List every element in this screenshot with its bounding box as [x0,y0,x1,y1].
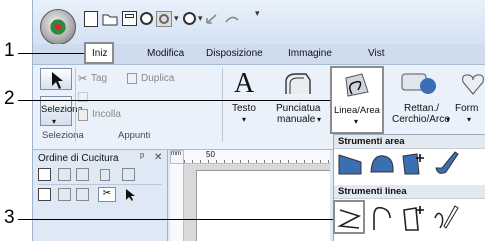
rect-arrow: ▾ [446,115,451,124]
line-area-button[interactable]: Linea/Area ▾ [330,66,384,134]
save-icon[interactable] [122,11,137,26]
paste-label: Incolla [92,109,121,120]
manual-punch-arrow: ▾ [317,115,322,124]
line-brush-icon[interactable] [432,202,460,232]
line-curve-icon[interactable] [368,202,396,232]
pin-icon[interactable]: ᵖ [140,151,144,163]
tag-button[interactable]: ✂ Tag [78,72,130,86]
close-icon[interactable]: ✕ [154,152,162,163]
callout-1-line [18,53,84,54]
tab-modifica[interactable]: Modifica [147,48,184,59]
line-point-icon[interactable] [400,202,428,232]
redo-icon[interactable] [224,11,240,27]
move-first-icon[interactable] [38,188,51,201]
group-icon[interactable] [76,168,89,181]
callout-3: 3 [4,207,15,228]
frame-icon[interactable] [122,168,135,181]
cursor-icon[interactable] [124,188,136,202]
manual-punch-label-1: Punciatua [276,103,321,114]
panel-divider [38,184,162,185]
tab-disposizione[interactable]: Disposizione [206,48,263,59]
app-logo-icon [49,18,67,36]
settings-icon[interactable] [183,12,196,25]
callout-3-line [18,219,333,220]
paste-icon [78,109,88,121]
rect-label-2: Cerchio/Arco [392,114,450,125]
callout-2: 2 [4,88,15,109]
line-straight-tool[interactable] [333,200,365,234]
tab-vista[interactable]: Vist [368,48,385,59]
view-all-icon[interactable] [38,168,51,181]
straight-line-icon [337,209,362,229]
callout-1: 1 [4,40,15,61]
text-a-icon: A [234,68,255,99]
text-tool-button[interactable]: A Testo ▾ [228,68,268,128]
ruler-unit: mm [171,151,181,157]
canvas[interactable] [184,164,330,241]
select-dropdown-arrow: ▾ [52,117,57,126]
move-up-icon[interactable] [58,188,71,201]
canvas-page [196,170,330,241]
area-tools-title: Strumenti area [338,136,405,147]
tab-immagine[interactable]: Immagine [288,48,332,59]
ribbon-separator [75,68,76,142]
ruler-mark-50: 50 [206,150,215,159]
undo-icon[interactable] [204,11,220,27]
tab-iniz-label: Iniz [92,48,108,59]
quick-access-toolbar: ▾ ▾ [84,10,239,28]
duplicate-button[interactable]: Duplica [127,72,187,86]
vertical-ruler [170,164,184,241]
form-button[interactable]: Form ▾ [455,68,485,128]
area-brush-icon[interactable] [432,150,460,178]
text-tool-arrow: ▾ [242,115,247,124]
select-tool-button[interactable] [40,68,72,90]
rect-label-1: Rettan./ [404,103,440,114]
move-down-icon[interactable] [76,188,89,201]
group-selezione-label: Seleziona [42,130,84,141]
qat-customize-arrow[interactable]: ▾ [255,8,260,19]
form-label: Form [455,103,479,114]
rect-circle-arc-button[interactable]: Rettan./ Cerchio/Arco ▾ [388,68,452,128]
line-area-label: Linea/Area [334,105,380,116]
callout-2-line [18,100,330,101]
app-menu-button[interactable] [40,9,76,45]
split-icon[interactable]: ✂ [98,187,116,202]
select-label: Seleziona [41,104,83,115]
sew-order-title: Ordine di Cucitura [38,153,119,164]
manual-punch-button[interactable]: Punciatua manuale ▾ [273,68,327,128]
manual-punch-label-2: manuale [277,114,316,125]
line-area-arrow: ▾ [354,117,359,126]
duplicate-label: Duplica [141,73,175,84]
scissors-icon: ✂ [78,73,88,85]
duplicate-icon [127,73,137,84]
lock-icon[interactable] [100,169,110,181]
heart-form-icon [462,74,484,95]
line-area-icon [345,73,369,97]
area-curve-icon[interactable] [368,150,396,178]
area-polygon-icon[interactable] [336,150,364,178]
form-arrow: ▾ [467,115,472,124]
tag-label: Tag [91,73,108,84]
sort-icon[interactable] [58,168,71,181]
group-appunti-label: Appunti [118,130,151,141]
sew-order-toolbar-1 [38,167,164,183]
area-fill-icon[interactable] [400,150,428,178]
open-folder-icon[interactable] [102,11,118,27]
line-tools-title: Strumenti linea [338,186,407,197]
rect-circle-arc-icon [401,73,436,94]
text-tool-label: Testo [232,103,256,114]
dropdown-arrow-2[interactable]: ▾ [198,13,203,24]
dropdown-arrow[interactable]: ▾ [174,13,179,24]
embroidery-icon[interactable] [156,11,172,27]
new-file-icon[interactable] [84,11,98,27]
copy-button[interactable] [78,91,124,103]
paste-button[interactable]: Incolla [78,108,138,122]
manual-punch-icon [285,73,311,94]
record-icon[interactable] [140,12,153,25]
ribbon-separator-2 [222,68,223,142]
sew-order-toolbar-2: ✂ [38,187,164,203]
